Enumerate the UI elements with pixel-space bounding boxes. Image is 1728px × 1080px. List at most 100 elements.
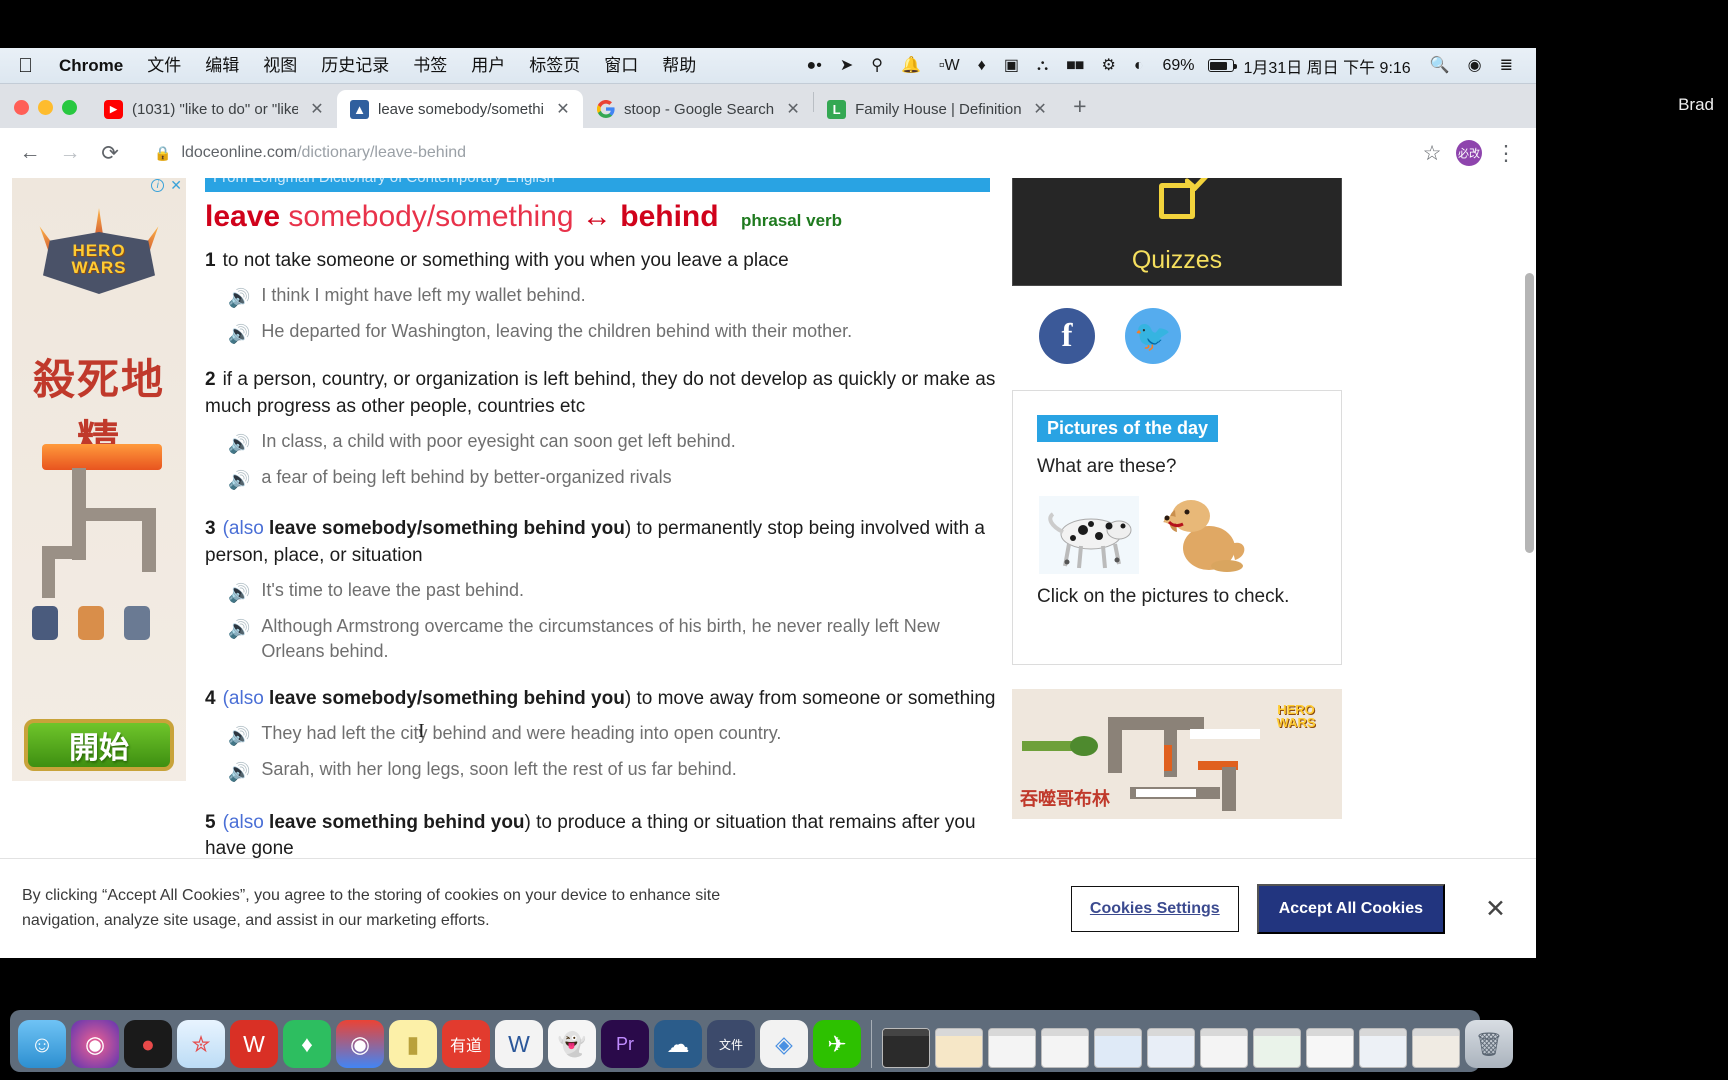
notes-icon[interactable]: ▮ [389,1020,437,1068]
golden-retriever-dog-image[interactable] [1161,488,1251,574]
wechat-icon[interactable]: ✈ [813,1020,861,1068]
close-tab-icon[interactable]: ✕ [783,99,803,119]
example-sentence[interactable]: 🔊 He departed for Washington, leaving th… [228,319,1005,347]
chrome-icon[interactable]: ◉ [336,1020,384,1068]
tab-youtube[interactable]: ▶ (1031) "like to do" or "like doing ✕ [91,90,337,128]
wps-icon[interactable]: W [230,1020,278,1068]
tab-google-search[interactable]: stoop - Google Search ✕ [583,90,813,128]
siri-icon[interactable]: ◉ [71,1020,119,1068]
window-thumbnail[interactable] [1041,1028,1089,1068]
address-bar[interactable]: 🔒 ldoceonline.com/dictionary/leave-behin… [140,136,1402,170]
left-advertisement[interactable]: i ✕ HERO WARS 殺死地精 開始 [12,178,186,781]
mailbird-icon[interactable]: ⛬ [1028,48,1057,84]
profile-avatar[interactable]: 必改 [1456,140,1482,166]
right-advertisement[interactable]: i ✕ [1012,689,1342,819]
quizzes-promo[interactable]: Quizzes [1012,178,1342,286]
example-sentence[interactable]: 🔊 In class, a child with poor eyesight c… [228,429,1005,457]
menu-item-chrome[interactable]: Chrome [47,48,135,84]
speaker-icon[interactable]: 🔊 [228,432,250,457]
facebook-icon[interactable]: f [1039,308,1095,364]
speaker-icon[interactable]: 🔊 [228,286,250,311]
example-sentence[interactable]: 🔊 a fear of being left behind by better-… [228,465,1005,493]
safari-icon[interactable]: ✮ [177,1020,225,1068]
siri-icon[interactable]: ◉ [1459,48,1491,84]
menu-item-file[interactable]: 文件 [135,48,193,84]
window-thumbnail[interactable] [1147,1028,1195,1068]
cookies-settings-button[interactable]: Cookies Settings [1070,885,1239,932]
close-tab-icon[interactable]: ✕ [307,99,327,119]
bookmark-icon[interactable]: ▣ [995,48,1028,84]
accept-all-cookies-button[interactable]: Accept All Cookies [1256,883,1446,934]
three-dot-menu-icon[interactable]: ⋮ [1488,135,1524,171]
window-thumbnail[interactable] [1200,1028,1248,1068]
window-thumbnail[interactable] [1306,1028,1354,1068]
wifi-icon[interactable]: ◐ [1125,48,1153,84]
us-flag-icon[interactable]: ■■ [1057,48,1092,84]
menu-item-view[interactable]: 视图 [251,48,309,84]
trash-icon[interactable]: 🗑 [1465,1020,1513,1068]
battery-icon[interactable] [1207,59,1237,72]
ad-info-icon[interactable]: i [151,178,165,192]
close-banner-icon[interactable]: ✕ [1485,894,1506,924]
window-thumbnail[interactable] [935,1028,983,1068]
menu-item-help[interactable]: 帮助 [650,48,708,84]
example-sentence[interactable]: 🔊 Sarah, with her long legs, soon left t… [228,757,1005,785]
example-sentence[interactable]: 🔊 I think I might have left my wallet be… [228,283,1005,311]
close-tab-icon[interactable]: ✕ [553,99,573,119]
control-center-icon[interactable]: ≣ [1491,48,1522,84]
menu-item-edit[interactable]: 编辑 [193,48,251,84]
speaker-icon[interactable]: 🔊 [228,617,250,642]
window-thumbnail[interactable] [1253,1028,1301,1068]
speaker-icon[interactable]: 🔊 [228,468,250,493]
finder-icon[interactable]: ☺ [18,1020,66,1068]
menu-bar-clock[interactable]: 1月31日 周日 下午 9:16 [1234,54,1421,78]
close-window-button[interactable] [14,100,29,115]
new-tab-button[interactable]: + [1060,95,1099,128]
speaker-icon[interactable]: 🔊 [228,322,250,347]
menu-item-bookmarks[interactable]: 书签 [401,48,459,84]
ad-cta-button[interactable]: 開始 [24,719,174,771]
ad-close-icon[interactable]: ✕ [170,178,182,192]
dalmatian-dog-image[interactable] [1039,496,1139,574]
word-icon[interactable]: W [495,1020,543,1068]
reload-button[interactable]: ⟳ [92,135,128,171]
menu-item-history[interactable]: 历史记录 [309,48,401,84]
speaker-icon[interactable]: 🔊 [228,760,250,785]
window-thumbnail[interactable] [1094,1028,1142,1068]
steam-icon[interactable]: ☁ [654,1020,702,1068]
window-thumbnail[interactable] [882,1028,930,1068]
speaker-icon[interactable]: 🔊 [228,581,250,606]
premiere-icon[interactable]: Pr [601,1020,649,1068]
menu-item-tabs[interactable]: 标签页 [517,48,592,84]
spotlight-search-icon[interactable]: 🔍 [1421,48,1459,84]
evernote-icon[interactable]: ♦ [283,1020,331,1068]
window-thumbnail[interactable] [988,1028,1036,1068]
bluetooth-icon[interactable]: ⚙ [1092,48,1124,84]
example-sentence[interactable]: 🔊 It's time to leave the past behind. [228,578,1005,606]
telegram-icon[interactable]: ➤ [831,48,862,84]
example-sentence[interactable]: 🔊 They had left the city behind and were… [228,721,1005,749]
minimize-window-button[interactable] [38,100,53,115]
youdao-icon[interactable]: 有道 [442,1020,490,1068]
window-thumbnail[interactable] [1359,1028,1407,1068]
page-scrollbar[interactable] [1525,273,1534,553]
forward-button[interactable]: → [52,135,88,171]
dingtalk-icon[interactable]: ● [124,1020,172,1068]
search-globe-icon[interactable]: ⚲ [862,48,892,84]
close-tab-icon[interactable]: ✕ [1030,99,1050,119]
qq-icon[interactable]: 👻 [548,1020,596,1068]
bell-icon[interactable]: 🔔 [892,48,930,84]
wps-icon[interactable]: ▫W [930,48,969,84]
tab-ldoce[interactable]: ▲ leave somebody/something ↔ ✕ [337,90,583,128]
wenjian-icon[interactable]: 文件 [707,1020,755,1068]
example-sentence[interactable]: 🔊 Although Armstrong overcame the circum… [228,614,1005,664]
apple-logo-icon[interactable]:  [10,48,47,84]
evernote-icon[interactable]: ♦ [969,48,995,84]
speaker-icon[interactable]: 🔊 [228,724,250,749]
bookmark-star-icon[interactable]: ☆ [1414,135,1450,171]
menu-item-profiles[interactable]: 用户 [459,48,517,84]
back-button[interactable]: ← [12,135,48,171]
maximize-window-button[interactable] [62,100,77,115]
twitter-icon[interactable]: 🐦 [1125,308,1181,364]
menu-item-window[interactable]: 窗口 [592,48,650,84]
